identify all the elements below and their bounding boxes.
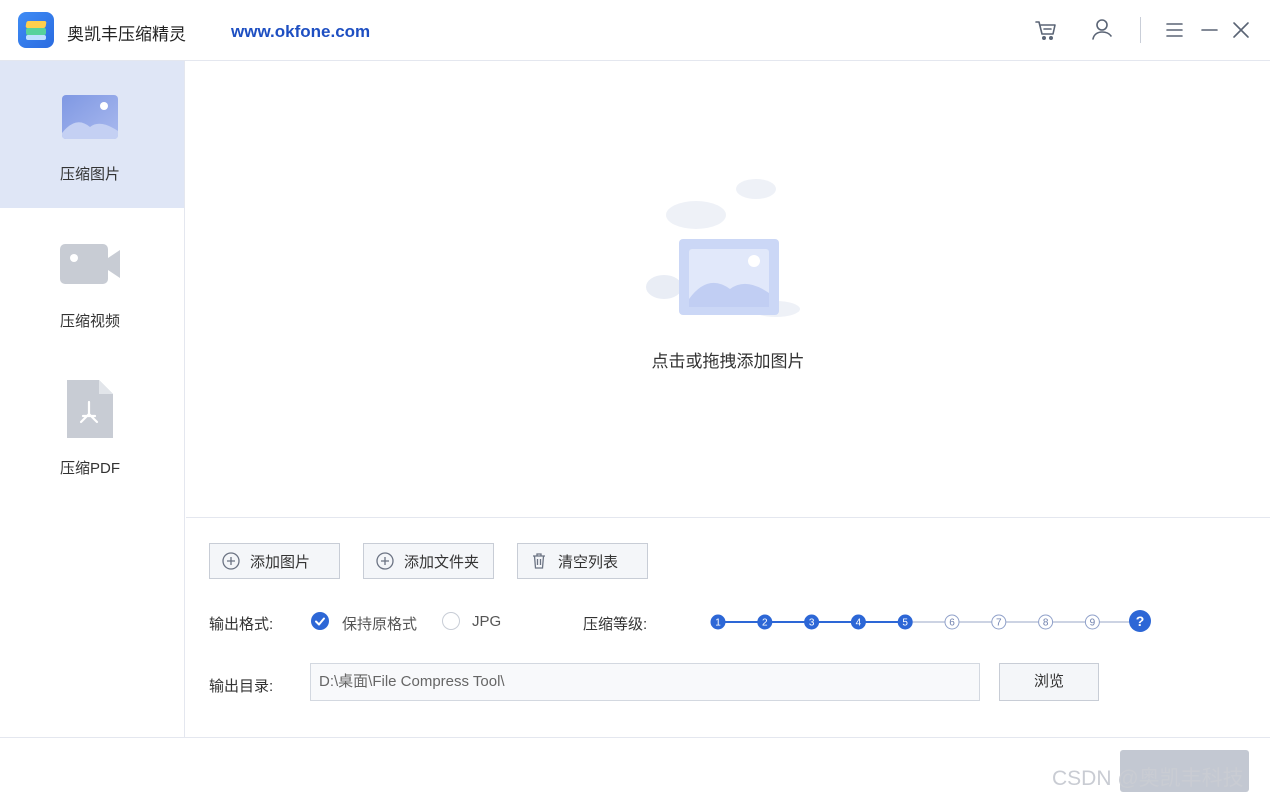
output-format-label: 输出格式: bbox=[209, 616, 274, 633]
help-icon[interactable]: ? bbox=[1129, 610, 1151, 632]
jpg-radio[interactable] bbox=[442, 612, 460, 630]
video-icon bbox=[60, 240, 120, 290]
sidebar-item-label: 压缩图片 bbox=[59, 166, 120, 183]
app-window: 奥凯丰压缩精灵 www.okfone.com 压缩图片 压缩视频 压缩PDF 点… bbox=[0, 0, 1270, 798]
browse-button[interactable]: 浏览 bbox=[999, 663, 1099, 701]
output-dir-field[interactable]: D:\桌面\File Compress Tool\ bbox=[310, 663, 980, 701]
user-icon[interactable] bbox=[1087, 15, 1117, 45]
add-image-button[interactable]: 添加图片 bbox=[209, 543, 340, 579]
level-step-label: 5 bbox=[902, 618, 908, 629]
level-step-label: 9 bbox=[1090, 618, 1096, 629]
add-image-label: 添加图片 bbox=[250, 553, 311, 571]
level-step-2[interactable]: 2 bbox=[757, 614, 773, 630]
add-folder-button[interactable]: 添加文件夹 bbox=[363, 543, 494, 579]
compression-level-label: 压缩等级: bbox=[583, 616, 648, 633]
sidebar-item-compress-pdf[interactable]: 压缩PDF bbox=[0, 355, 184, 502]
add-folder-label: 添加文件夹 bbox=[404, 553, 480, 571]
level-step-8[interactable]: 8 bbox=[1038, 614, 1054, 630]
drop-hint-text: 点击或拖拽添加图片 bbox=[651, 352, 805, 371]
level-step-4[interactable]: 4 bbox=[850, 614, 866, 630]
level-step-label: 8 bbox=[1043, 618, 1049, 629]
close-icon[interactable] bbox=[1226, 15, 1256, 45]
drop-zone[interactable]: 点击或拖拽添加图片 bbox=[186, 62, 1270, 517]
watermark-text: CSDN @奥凯丰科技 bbox=[1052, 767, 1244, 790]
keep-format-option[interactable]: 保持原格式 bbox=[342, 613, 417, 634]
footer-divider bbox=[0, 737, 1270, 738]
pdf-icon bbox=[65, 380, 125, 438]
level-step-label: 1 bbox=[715, 618, 721, 629]
sidebar: 压缩图片 压缩视频 压缩PDF bbox=[0, 61, 185, 737]
plus-circle-icon bbox=[222, 552, 240, 570]
level-step-label: 2 bbox=[762, 618, 768, 629]
level-step-label: 3 bbox=[809, 618, 815, 629]
settings-panel: 添加图片 添加文件夹 清空列表 输出格式: 保持原格式 JPG 压缩等级: 1 2… bbox=[186, 517, 1270, 737]
app-logo-icon bbox=[18, 12, 54, 48]
keep-format-radio[interactable] bbox=[311, 612, 329, 630]
level-step-5[interactable]: 5 bbox=[897, 614, 913, 630]
app-title: 奥凯丰压缩精灵 bbox=[67, 25, 186, 44]
level-step-3[interactable]: 3 bbox=[804, 614, 820, 630]
level-step-6[interactable]: 6 bbox=[944, 614, 960, 630]
cart-icon[interactable] bbox=[1032, 15, 1062, 45]
sidebar-item-label: 压缩PDF bbox=[59, 460, 120, 477]
output-dir-label: 输出目录: bbox=[209, 678, 274, 695]
trash-icon bbox=[533, 553, 545, 569]
image-icon bbox=[60, 93, 120, 143]
sidebar-item-compress-video[interactable]: 压缩视频 bbox=[0, 208, 184, 355]
clear-list-button[interactable]: 清空列表 bbox=[517, 543, 648, 579]
menu-icon[interactable] bbox=[1160, 15, 1190, 45]
title-bar: 奥凯丰压缩精灵 www.okfone.com bbox=[0, 0, 1270, 61]
level-step-label: 7 bbox=[996, 618, 1002, 629]
image-placeholder-icon bbox=[646, 177, 806, 327]
clear-list-label: 清空列表 bbox=[558, 553, 619, 571]
sidebar-item-compress-image[interactable]: 压缩图片 bbox=[0, 61, 184, 208]
level-step-label: 4 bbox=[856, 618, 862, 629]
titlebar-divider bbox=[1140, 17, 1141, 43]
level-step-9[interactable]: 9 bbox=[1084, 614, 1100, 630]
jpg-option[interactable]: JPG bbox=[472, 613, 501, 630]
sidebar-item-label: 压缩视频 bbox=[59, 313, 120, 330]
plus-circle-icon bbox=[376, 552, 394, 570]
level-step-1[interactable]: 1 bbox=[710, 614, 726, 630]
website-link[interactable]: www.okfone.com bbox=[231, 22, 370, 42]
level-step-label: 6 bbox=[949, 618, 955, 629]
minimize-icon[interactable] bbox=[1195, 15, 1225, 45]
level-step-7[interactable]: 7 bbox=[991, 614, 1007, 630]
compression-level-slider[interactable]: 12345678910 bbox=[683, 611, 1167, 633]
